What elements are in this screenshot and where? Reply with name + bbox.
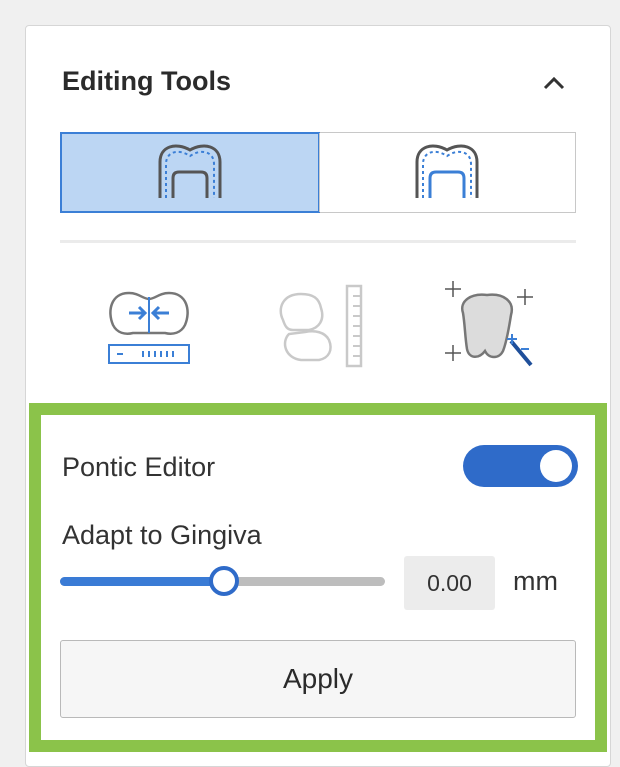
slider-thumb[interactable] xyxy=(208,566,239,596)
panel-title: Editing Tools xyxy=(62,66,231,96)
surface-mode-toggle xyxy=(60,132,576,213)
apply-button[interactable]: Apply xyxy=(60,640,576,718)
outer-surface-mode-button[interactable] xyxy=(60,132,320,213)
measure-height-icon xyxy=(269,280,369,375)
pontic-editor-label: Pontic Editor xyxy=(62,452,216,482)
chevron-up-icon[interactable] xyxy=(536,66,572,102)
smart-shape-magic-icon xyxy=(437,279,537,376)
crown-outer-surface-icon xyxy=(148,138,232,207)
section-divider xyxy=(60,240,576,243)
gingiva-value-input[interactable]: 0.00 xyxy=(404,556,495,610)
inner-surface-mode-button[interactable] xyxy=(318,133,575,212)
adapt-to-gingiva-label: Adapt to Gingiva xyxy=(62,520,262,550)
crown-inner-surface-icon xyxy=(405,138,489,207)
pontic-editor-toggle[interactable] xyxy=(463,445,578,487)
unit-label: mm xyxy=(513,566,558,596)
slider-fill xyxy=(60,577,223,586)
smart-shape-button[interactable] xyxy=(432,280,542,375)
adapt-to-gingiva-slider[interactable] xyxy=(60,566,385,596)
adjust-contact-gap-button[interactable] xyxy=(94,280,204,375)
measure-height-button[interactable] xyxy=(264,280,374,375)
toggle-knob xyxy=(540,450,572,482)
adjust-contact-gap-icon xyxy=(103,281,195,374)
